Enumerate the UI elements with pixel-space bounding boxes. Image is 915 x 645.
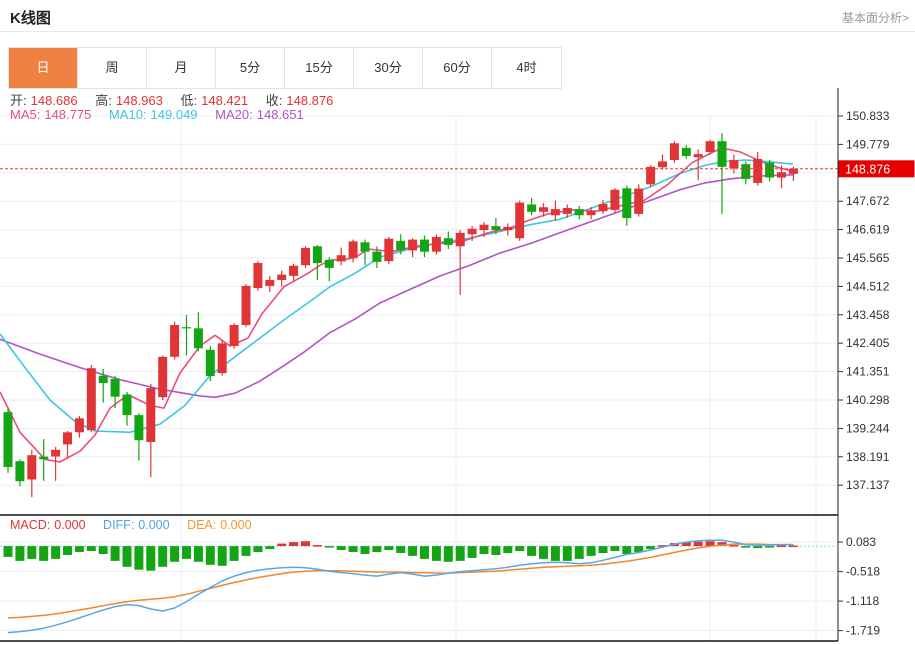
fundamental-analysis-link[interactable]: 基本面分析> [842, 9, 909, 26]
macd-tick-label: -1.719 [846, 624, 880, 638]
price-tick-label: 144.512 [846, 279, 890, 293]
page-title: K线图 [10, 7, 51, 28]
tab-30min[interactable]: 30分 [354, 48, 423, 88]
price-tick-label: 138.191 [846, 450, 890, 464]
macd-tick-label: -1.118 [846, 594, 879, 608]
svg-text:148.876: 148.876 [845, 162, 890, 176]
widget-header: K线图 基本面分析> [0, 0, 915, 32]
tab-day[interactable]: 日 [9, 48, 78, 88]
tab-week[interactable]: 周 [78, 48, 147, 88]
price-tick-label: 150.833 [846, 109, 890, 123]
price-tick-label: 142.405 [846, 336, 890, 350]
price-tick-label: 146.619 [846, 223, 890, 237]
kline-chart-area[interactable]: 开:148.686 高:148.963 低:148.421 收:148.876 … [0, 88, 915, 645]
tab-15min[interactable]: 15分 [285, 48, 354, 88]
kline-widget: { "header": { "title": "K线图", "link": "基… [0, 0, 915, 645]
price-tick-label: 149.779 [846, 137, 890, 151]
tab-4hour[interactable]: 4时 [492, 48, 561, 88]
price-tick-label: 145.565 [846, 251, 890, 265]
price-tick-label: 137.137 [846, 478, 890, 492]
price-tick-label: 143.458 [846, 308, 890, 322]
macd-tick-label: 0.083 [846, 535, 876, 549]
price-tick-label: 139.244 [846, 421, 890, 435]
main-gridlines [0, 116, 838, 485]
current-price-badge: 148.876 [839, 160, 915, 177]
kline-chart-canvas[interactable]: 150.833 149.779 147.672 146.619 145.565 144.5… [0, 88, 915, 645]
tab-60min[interactable]: 60分 [423, 48, 492, 88]
macd-axis: 0.083 -0.518 -1.118 -1.719 [838, 535, 880, 638]
tab-5min[interactable]: 5分 [216, 48, 285, 88]
ma-lines [0, 149, 793, 462]
tab-month[interactable]: 月 [147, 48, 216, 88]
price-tick-label: 147.672 [846, 194, 890, 208]
price-tick-label: 141.351 [846, 365, 890, 379]
vertical-gridlines [181, 116, 816, 641]
price-tick-label: 140.298 [846, 393, 890, 407]
macd-tick-label: -0.518 [846, 565, 880, 579]
timeframe-tabs: 日周月5分15分30分60分4时 [8, 47, 562, 89]
